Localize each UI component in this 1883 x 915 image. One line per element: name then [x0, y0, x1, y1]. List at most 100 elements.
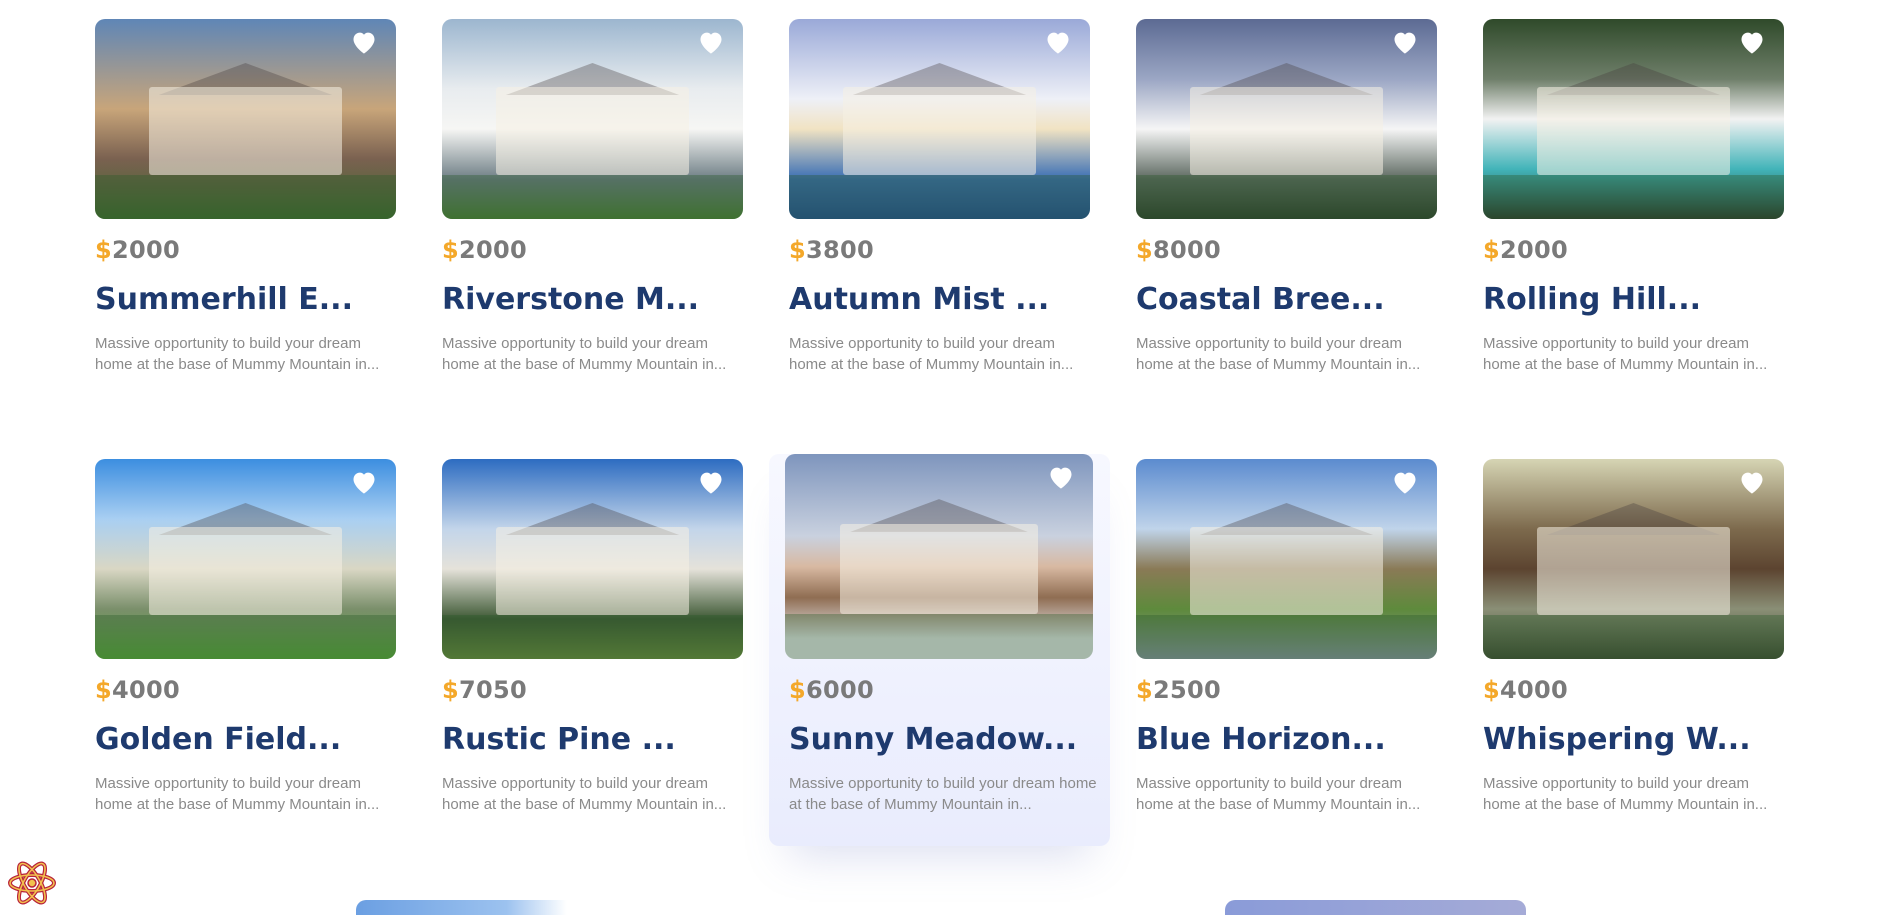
listing-price: $4000 — [1483, 673, 1784, 707]
photo-house — [149, 87, 342, 175]
listing-card[interactable]: $4000 Whispering W... Massive opportunit… — [1483, 459, 1784, 899]
heart-icon[interactable] — [697, 29, 725, 55]
listing-price: $6000 — [789, 673, 1090, 707]
heart-icon[interactable] — [1391, 29, 1419, 55]
listing-description: Massive opportunity to build your dream … — [95, 775, 380, 813]
listing-card[interactable]: $2000 Riverstone M... Massive opportunit… — [442, 19, 743, 459]
listing-description: Massive opportunity to build your dream … — [1136, 335, 1421, 373]
photo-house — [1190, 87, 1383, 175]
listing-price: $2000 — [1483, 233, 1784, 267]
next-row-photo[interactable] — [1225, 900, 1526, 915]
photo-house — [1190, 527, 1383, 615]
listing-title[interactable]: Riverstone M... — [442, 281, 743, 319]
photo-house — [1537, 87, 1730, 175]
price-currency: $ — [1136, 676, 1153, 704]
listing-title[interactable]: Blue Horizon... — [1136, 721, 1437, 759]
listing-title[interactable]: Rolling Hill... — [1483, 281, 1784, 319]
photo-house — [496, 87, 689, 175]
listing-description: Massive opportunity to build your dream … — [789, 335, 1074, 373]
photo-house — [843, 87, 1036, 175]
heart-icon[interactable] — [1047, 464, 1075, 490]
listing-description: Massive opportunity to build your dream … — [1483, 335, 1768, 373]
listing-photo[interactable] — [442, 459, 743, 659]
price-currency: $ — [1136, 236, 1153, 264]
listing-price: $3800 — [789, 233, 1090, 267]
price-amount: 3800 — [806, 236, 874, 264]
price-currency: $ — [95, 676, 112, 704]
price-currency: $ — [95, 236, 112, 264]
listing-card[interactable]: $2000 Rolling Hill... Massive opportunit… — [1483, 19, 1784, 459]
next-row-photo[interactable] — [356, 900, 657, 915]
listing-description: Massive opportunity to build your dream … — [442, 335, 727, 373]
photo-house — [840, 523, 1038, 614]
price-amount: 2000 — [459, 236, 527, 264]
photo-ground — [1483, 615, 1784, 659]
price-amount: 2500 — [1153, 676, 1221, 704]
photo-ground — [95, 175, 396, 219]
listing-price: $8000 — [1136, 233, 1437, 267]
listing-card-hovered[interactable]: $6000 Sunny Meadow... Massive opportunit… — [769, 454, 1110, 846]
listing-card[interactable]: $2500 Blue Horizon... Massive opportunit… — [1136, 459, 1437, 899]
photo-ground — [95, 615, 396, 659]
heart-icon[interactable] — [1738, 469, 1766, 495]
price-currency: $ — [1483, 236, 1500, 264]
listing-price: $2000 — [442, 233, 743, 267]
listing-description: Massive opportunity to build your dream … — [442, 775, 727, 813]
listing-photo[interactable] — [1136, 19, 1437, 219]
price-currency: $ — [442, 236, 459, 264]
heart-icon[interactable] — [697, 469, 725, 495]
photo-house — [149, 527, 342, 615]
photo-ground — [1136, 175, 1437, 219]
listing-card[interactable]: $8000 Coastal Bree... Massive opportunit… — [1136, 19, 1437, 459]
heart-icon[interactable] — [350, 29, 378, 55]
listing-title[interactable]: Golden Field... — [95, 721, 396, 759]
listing-description: Massive opportunity to build your dream … — [1483, 775, 1768, 813]
photo-ground — [442, 175, 743, 219]
listing-photo[interactable] — [1136, 459, 1437, 659]
photo-ground — [785, 613, 1093, 659]
listing-photo[interactable] — [95, 459, 396, 659]
listing-title[interactable]: Autumn Mist ... — [789, 281, 1090, 319]
listing-title[interactable]: Whispering W... — [1483, 721, 1784, 759]
heart-icon[interactable] — [350, 469, 378, 495]
photo-ground — [789, 175, 1090, 219]
price-currency: $ — [789, 676, 806, 704]
react-icon[interactable] — [6, 860, 58, 906]
heart-icon[interactable] — [1044, 29, 1072, 55]
price-currency: $ — [789, 236, 806, 264]
listing-price: $7050 — [442, 673, 743, 707]
listing-title[interactable]: Coastal Bree... — [1136, 281, 1437, 319]
price-currency: $ — [442, 676, 459, 704]
listing-photo[interactable] — [95, 19, 396, 219]
photo-house — [496, 527, 689, 615]
listing-grid: $2000 Summerhill E... Massive opportunit… — [95, 19, 1784, 899]
listing-description: Massive opportunity to build your dream … — [1136, 775, 1421, 813]
listing-photo[interactable] — [1483, 19, 1784, 219]
listing-title[interactable]: Sunny Meadow... — [789, 721, 1090, 759]
listing-description: Massive opportunity to build your dream … — [95, 335, 380, 373]
price-amount: 4000 — [1500, 676, 1568, 704]
listing-card[interactable]: $3800 Autumn Mist ... Massive opportunit… — [789, 19, 1090, 459]
listing-title[interactable]: Rustic Pine ... — [442, 721, 743, 759]
price-amount: 6000 — [806, 676, 874, 704]
listing-title[interactable]: Summerhill E... — [95, 281, 396, 319]
listing-price: $4000 — [95, 673, 396, 707]
price-amount: 7050 — [459, 676, 527, 704]
listing-card[interactable]: $4000 Golden Field... Massive opportunit… — [95, 459, 396, 899]
listing-photo[interactable] — [785, 454, 1093, 659]
heart-icon[interactable] — [1738, 29, 1766, 55]
listing-card[interactable]: $2000 Summerhill E... Massive opportunit… — [95, 19, 396, 459]
price-amount: 2000 — [1500, 236, 1568, 264]
listing-price: $2000 — [95, 233, 396, 267]
listing-photo[interactable] — [1483, 459, 1784, 659]
heart-icon[interactable] — [1391, 469, 1419, 495]
listing-photo[interactable] — [789, 19, 1090, 219]
listing-description: Massive opportunity to build your dream … — [789, 775, 1097, 813]
listing-photo[interactable] — [442, 19, 743, 219]
price-amount: 4000 — [112, 676, 180, 704]
photo-house — [1537, 527, 1730, 615]
listing-card[interactable]: $7050 Rustic Pine ... Massive opportunit… — [442, 459, 743, 899]
photo-ground — [442, 615, 743, 659]
price-amount: 8000 — [1153, 236, 1221, 264]
price-currency: $ — [1483, 676, 1500, 704]
